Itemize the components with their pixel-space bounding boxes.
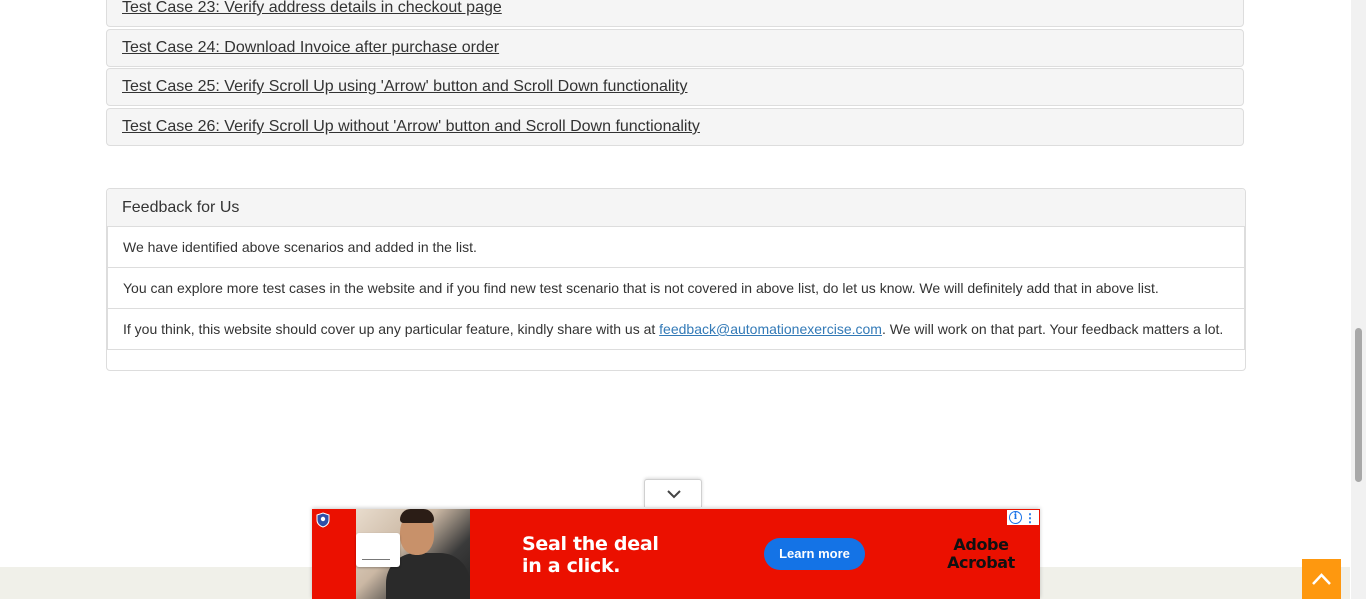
chevron-up-icon [1312, 573, 1331, 585]
feedback-list-item: You can explore more test cases in the w… [107, 268, 1245, 309]
ad-choices: i ⋮ [1007, 510, 1039, 525]
feedback-list: We have identified above scenarios and a… [107, 227, 1245, 350]
test-case-panel: Test Case 24: Download Invoice after pur… [106, 29, 1244, 67]
ad-photo-hair [400, 509, 434, 523]
ad-photo-signature-card [356, 533, 400, 567]
feedback-panel-header: Feedback for Us [107, 189, 1245, 227]
test-case-link-24[interactable]: Test Case 24: Download Invoice after pur… [122, 39, 499, 57]
test-case-panel: Test Case 23: Verify address details in … [106, 0, 1244, 27]
chevron-down-icon [667, 490, 681, 499]
test-case-link-25[interactable]: Test Case 25: Verify Scroll Up using 'Ar… [122, 78, 687, 96]
feedback-list-item: If you think, this website should cover … [107, 309, 1245, 350]
ad-brand-line: Adobe [953, 535, 1009, 554]
scroll-up-button[interactable] [1302, 559, 1341, 599]
feedback-list-item: We have identified above scenarios and a… [107, 227, 1245, 268]
feedback-text: If you think, this website should cover … [123, 321, 660, 337]
page: Test Case 23: Verify address details in … [0, 0, 1366, 599]
ad-headline-line: Seal the deal [522, 533, 659, 555]
shield-icon [316, 512, 330, 528]
ad-photo [356, 509, 470, 599]
adobe-acrobat-ad-banner[interactable]: Seal the deal in a click. Learn more Ado… [312, 509, 1040, 599]
scrollbar-thumb[interactable] [1355, 328, 1362, 482]
ad-headline-line: in a click. [522, 555, 621, 577]
scrollbar[interactable] [1351, 0, 1366, 599]
feedback-text: . We will work on that part. Your feedba… [881, 321, 1224, 337]
test-case-link-26[interactable]: Test Case 26: Verify Scroll Up without '… [122, 118, 700, 136]
more-vertical-icon[interactable]: ⋮ [1024, 512, 1036, 524]
ad-headline: Seal the deal in a click. [522, 533, 659, 577]
info-icon[interactable]: i [1009, 511, 1022, 524]
ad-brand-line: Acrobat [947, 553, 1015, 572]
feedback-panel: Feedback for Us We have identified above… [106, 188, 1246, 371]
ad-collapse-button[interactable] [644, 479, 702, 507]
test-case-link-23[interactable]: Test Case 23: Verify address details in … [122, 0, 502, 17]
feedback-email-link[interactable]: feedback@automationexercise.com [659, 321, 882, 337]
test-case-panel: Test Case 25: Verify Scroll Up using 'Ar… [106, 68, 1244, 106]
ad-brand-logo: Adobe Acrobat [932, 536, 1030, 572]
test-case-panel: Test Case 26: Verify Scroll Up without '… [106, 108, 1244, 146]
ad-learn-more-button[interactable]: Learn more [764, 538, 865, 570]
feedback-title: Feedback for Us [122, 199, 240, 216]
